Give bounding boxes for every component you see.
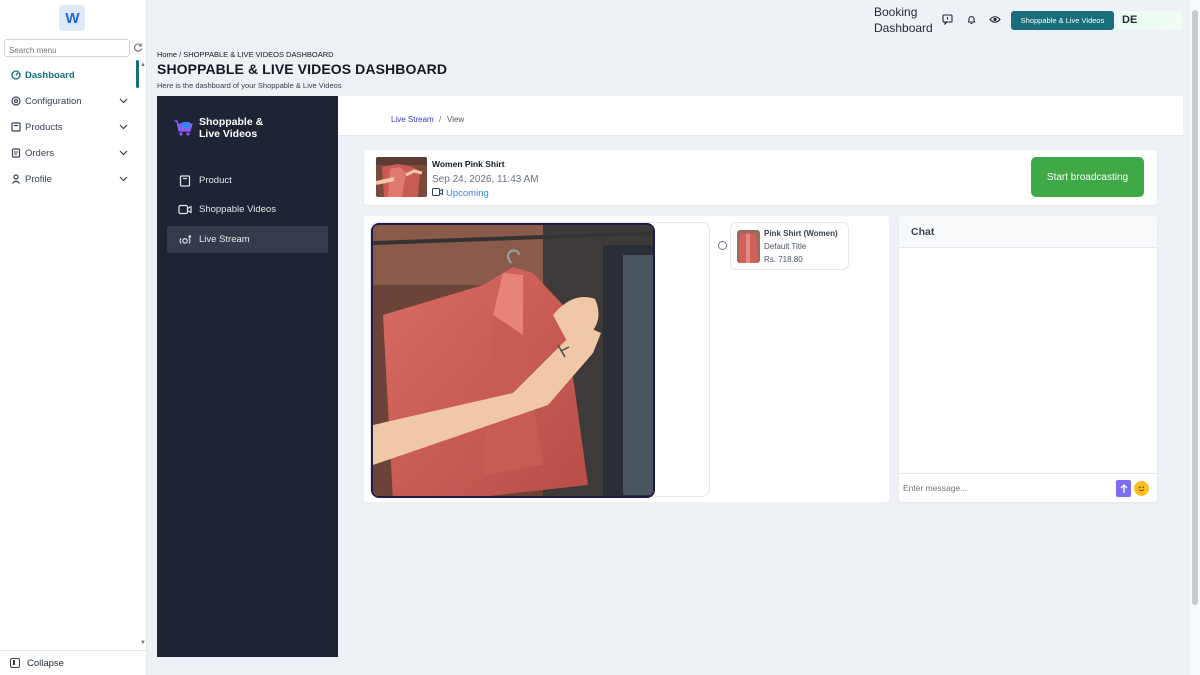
product-variant: Default Title xyxy=(764,242,807,251)
stream-info-card: Women Pink Shirt Sep 24, 2026, 11:43 AM … xyxy=(364,150,1157,205)
smiley-icon xyxy=(1138,486,1145,492)
plugin-nav-live-stream[interactable]: Live Stream xyxy=(167,226,328,253)
page-scrollbar[interactable] xyxy=(1190,0,1200,675)
shopping-cart-logo-icon xyxy=(174,120,193,136)
search-menu-input[interactable] xyxy=(5,42,129,59)
collapse-icon xyxy=(10,658,20,668)
sidebar-item-label: Orders xyxy=(25,147,55,159)
video-frame xyxy=(370,222,710,498)
product-price: Rs. 718.80 xyxy=(764,255,803,264)
stream-date: Sep 24, 2026, 11:43 AM xyxy=(432,174,539,185)
refresh-icon[interactable] xyxy=(134,43,143,54)
products-icon xyxy=(10,122,21,133)
chevron-down-icon xyxy=(119,148,128,159)
plugin-nav-label: Shoppable Videos xyxy=(199,204,276,215)
emoji-picker-button[interactable] xyxy=(1134,481,1149,496)
camera-icon xyxy=(432,188,443,199)
sidebar-item-dashboard[interactable]: Dashboard xyxy=(0,62,140,88)
page-subtitle: Here is the dashboard of your Shoppable … xyxy=(157,81,342,90)
chat-header: Chat xyxy=(899,216,1157,248)
scroll-up-arrow-icon[interactable]: ▲ xyxy=(140,62,146,68)
send-message-button[interactable] xyxy=(1116,480,1131,497)
message-icon[interactable] xyxy=(941,13,953,25)
bell-icon[interactable] xyxy=(965,13,977,25)
chat-input-row xyxy=(899,473,1157,502)
search-menu-wrapper xyxy=(4,39,130,59)
plugin-sidebar: Shoppable & Live Videos Product Shoppabl… xyxy=(157,96,338,657)
sidebar-item-label: Dashboard xyxy=(25,69,75,81)
start-broadcasting-button[interactable]: Start broadcasting xyxy=(1031,157,1144,197)
plugin-nav-label: Product xyxy=(199,175,232,186)
crumb-live-stream-link[interactable]: Live Stream xyxy=(391,115,434,124)
stream-status-label: Upcoming xyxy=(446,188,489,199)
arrow-up-icon xyxy=(1120,483,1127,493)
crumb-separator: / xyxy=(439,115,442,124)
sidebar-item-profile[interactable]: Profile xyxy=(0,166,140,192)
chat-message-input[interactable] xyxy=(903,478,1113,498)
app-sidebar: W ▲ ▼ Dashboard Configuration Products xyxy=(0,0,147,675)
sidebar-item-orders[interactable]: Orders xyxy=(0,140,140,166)
page-title: SHOPPABLE & LIVE VIDEOS DASHBOARD xyxy=(157,61,448,77)
chat-panel: Chat xyxy=(899,216,1157,502)
orders-icon xyxy=(10,148,21,159)
plugin-nav-label: Live Stream xyxy=(199,234,250,245)
collapse-label: Collapse xyxy=(27,657,64,669)
video-panel: Pink Shirt (Women) Default Title Rs. 718… xyxy=(364,216,889,502)
chat-title: Chat xyxy=(911,226,935,238)
video-icon xyxy=(178,203,192,217)
stream-name: Women Pink Shirt xyxy=(432,159,505,169)
product-thumbnail xyxy=(737,230,760,263)
scroll-down-arrow-icon[interactable]: ▼ xyxy=(140,640,146,646)
sidebar-item-label: Configuration xyxy=(25,95,82,107)
content-header: Live Stream / View xyxy=(338,96,1183,136)
product-name: Pink Shirt (Women) xyxy=(764,229,838,238)
crumb-current: View xyxy=(447,115,465,124)
stream-thumbnail xyxy=(376,157,427,197)
dashboard-icon xyxy=(10,70,21,81)
video-preview-image[interactable] xyxy=(371,223,655,498)
eye-icon[interactable] xyxy=(989,13,1001,25)
product-select-radio[interactable] xyxy=(718,241,727,250)
topbar-title[interactable]: Booking Dashboard xyxy=(874,4,933,36)
chevron-down-icon xyxy=(119,122,128,133)
sidebar-item-label: Products xyxy=(25,121,63,133)
chevron-down-icon xyxy=(119,96,128,107)
stream-status: Upcoming xyxy=(432,188,489,199)
chevron-down-icon xyxy=(119,174,128,185)
app-logo[interactable]: W xyxy=(59,5,85,31)
user-icon xyxy=(10,174,21,185)
sidebar-item-configuration[interactable]: Configuration xyxy=(0,88,140,114)
live-stream-icon xyxy=(178,233,192,247)
product-card[interactable]: Pink Shirt (Women) Default Title Rs. 718… xyxy=(730,222,849,270)
plugin-brand-line2: Live Videos xyxy=(199,128,258,140)
breadcrumb: Home / SHOPPABLE & LIVE VIDEOS DASHBOARD xyxy=(157,50,334,59)
collapse-sidebar-button[interactable]: Collapse xyxy=(0,650,147,675)
sidebar-item-label: Profile xyxy=(25,173,52,185)
topbar-title-line2: Dashboard xyxy=(874,21,933,35)
plugin-brand[interactable]: Shoppable & Live Videos xyxy=(173,116,263,140)
plugin-nav-product[interactable]: Product xyxy=(167,167,328,194)
plugin-nav-shoppable-videos[interactable]: Shoppable Videos xyxy=(167,196,328,223)
topbar-title-line1: Booking xyxy=(874,5,918,19)
logo-mark: W xyxy=(65,9,79,27)
plugin-brand-line1: Shoppable & xyxy=(199,116,264,128)
user-avatar[interactable]: DE xyxy=(1118,11,1182,30)
sidebar-item-products[interactable]: Products xyxy=(0,114,140,140)
settings-icon xyxy=(10,96,21,107)
product-icon xyxy=(178,174,192,188)
sidebar-nav: Dashboard Configuration Products Orders xyxy=(0,62,140,192)
page-scrollbar-thumb[interactable] xyxy=(1192,10,1198,605)
plugin-brand-text: Shoppable & Live Videos xyxy=(199,116,263,140)
app-switch-button[interactable]: Shoppable & Live Videos xyxy=(1011,11,1114,30)
